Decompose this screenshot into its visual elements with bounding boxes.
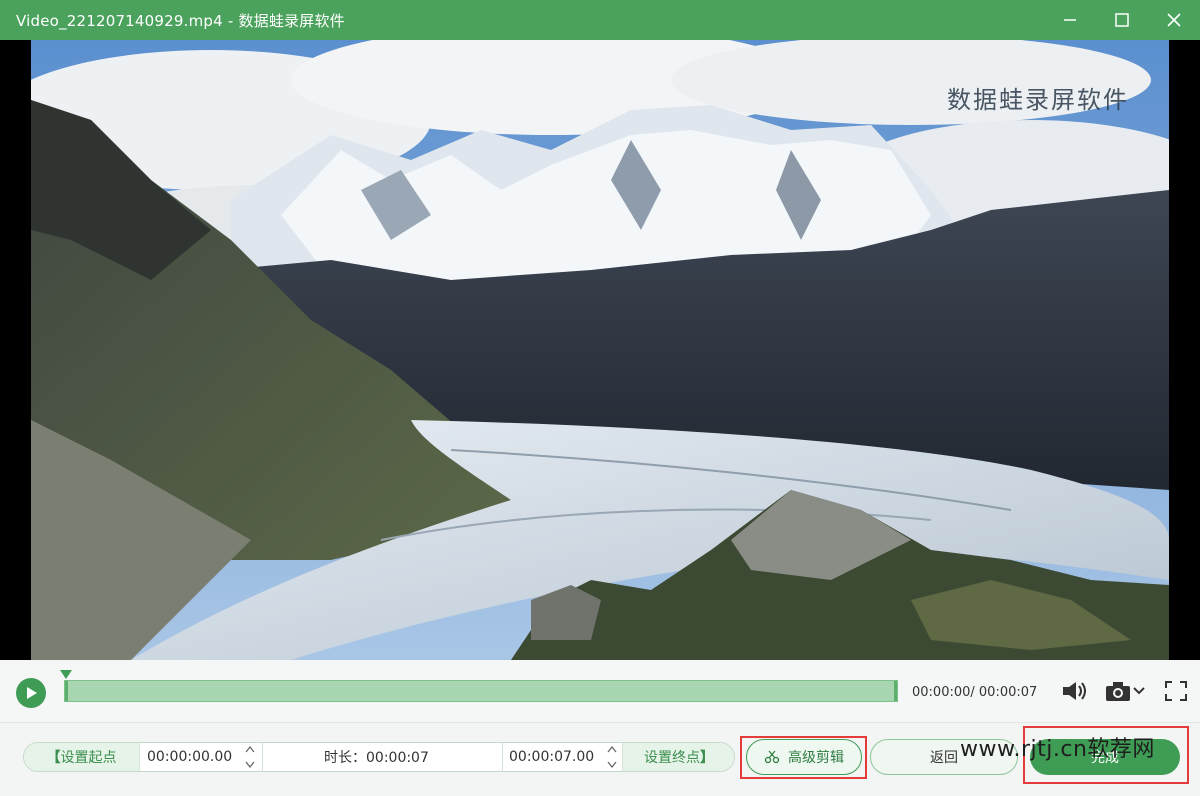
- highlight-box-advanced: [740, 736, 867, 779]
- bottom-toolbar: 【 设置起点 00:00:00.00 时长：00:00:07 00:00:07.…: [0, 723, 1200, 796]
- set-end-label: 设置终点: [644, 750, 700, 766]
- video-frame: 数据蛙录屏软件: [31, 40, 1169, 660]
- camera-icon: [1106, 682, 1130, 701]
- bracket-right: 】: [700, 750, 714, 766]
- playback-bar: 00:00:00/ 00:00:07: [0, 660, 1200, 723]
- divider: [139, 743, 140, 771]
- window-title: Video_221207140929.mp4 - 数据蛙录屏软件: [16, 11, 345, 30]
- chevron-up-icon: [245, 745, 255, 753]
- title-bar: Video_221207140929.mp4 - 数据蛙录屏软件: [0, 0, 1200, 40]
- video-image: [31, 40, 1169, 660]
- close-icon: [1167, 13, 1181, 27]
- set-start-label: 设置起点: [60, 750, 117, 766]
- set-start-button[interactable]: 【 设置起点: [24, 743, 139, 771]
- chevron-down-icon: [607, 761, 617, 769]
- minimize-button[interactable]: [1044, 0, 1096, 40]
- close-button[interactable]: [1148, 0, 1200, 40]
- trim-controls: 【 设置起点 00:00:00.00 时长：00:00:07 00:00:07.…: [23, 742, 735, 772]
- start-time-field[interactable]: 00:00:00.00: [147, 743, 232, 771]
- chevron-down-icon: [245, 761, 255, 769]
- play-button[interactable]: [16, 678, 46, 708]
- site-watermark: www.rjtj.cn软荐网: [960, 737, 1155, 762]
- trim-start-handle[interactable]: [65, 681, 68, 701]
- minimize-icon: [1064, 19, 1076, 21]
- end-time-spinner[interactable]: [606, 745, 618, 769]
- fullscreen-button[interactable]: [1164, 680, 1188, 702]
- divider: [502, 743, 503, 771]
- chevron-down-icon: [1133, 687, 1145, 695]
- video-watermark: 数据蛙录屏软件: [947, 86, 1129, 114]
- divider: [262, 743, 263, 771]
- start-time-spinner[interactable]: [244, 745, 256, 769]
- end-time-field[interactable]: 00:00:07.00: [509, 743, 594, 771]
- duration-label: 时长：00:00:07: [324, 750, 429, 766]
- maximize-icon: [1115, 13, 1129, 27]
- volume-button[interactable]: [1061, 680, 1089, 702]
- video-preview[interactable]: 数据蛙录屏软件: [0, 40, 1200, 660]
- timeline-track[interactable]: [60, 670, 898, 702]
- time-readout: 00:00:00/ 00:00:07: [912, 685, 1038, 700]
- volume-icon: [1063, 682, 1086, 700]
- back-label: 返回: [930, 750, 958, 766]
- fullscreen-icon: [1165, 681, 1187, 701]
- screenshot-button[interactable]: [1104, 680, 1146, 702]
- playhead-marker[interactable]: [60, 670, 72, 682]
- bracket-left: 【: [46, 750, 61, 766]
- play-icon: [27, 687, 37, 699]
- set-end-button[interactable]: 设置终点 】: [623, 743, 734, 771]
- maximize-button[interactable]: [1096, 0, 1148, 40]
- chevron-up-icon: [607, 745, 617, 753]
- trim-end-handle[interactable]: [894, 681, 897, 701]
